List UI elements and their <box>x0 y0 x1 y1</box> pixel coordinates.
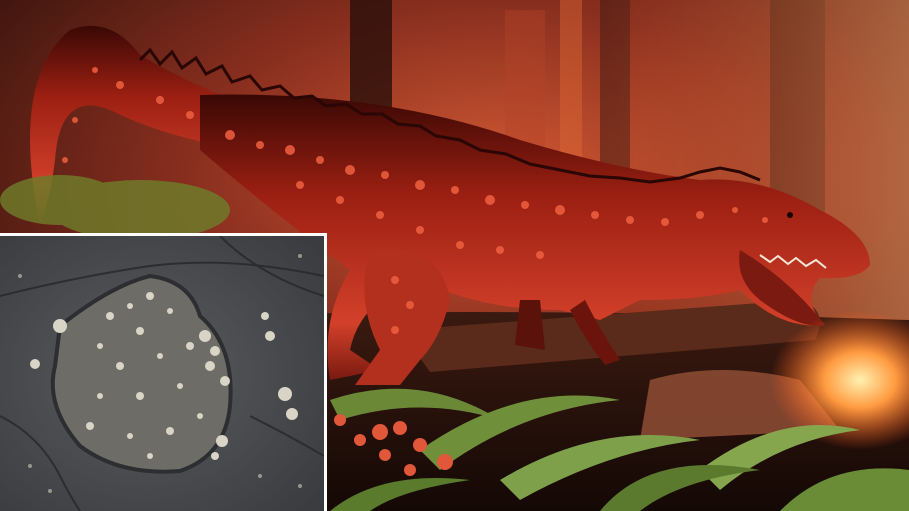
footprint-fossil-photo <box>0 236 324 511</box>
footprint-photo-inset <box>0 233 327 511</box>
